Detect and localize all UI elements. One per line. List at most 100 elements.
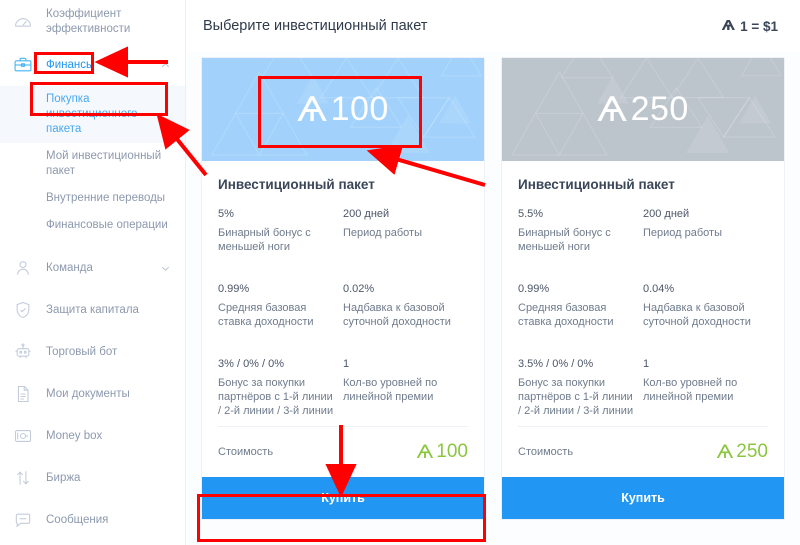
sidebar-item-label: Коэффициент эффективности xyxy=(46,8,131,35)
buy-button-100[interactable]: Купить xyxy=(202,477,484,519)
buy-button-250[interactable]: Купить xyxy=(502,477,784,519)
stat-value: 0.99% xyxy=(218,283,250,295)
price-value-100: Ѧ 100 xyxy=(417,441,468,463)
sidebar-item-label: Торговый бот xyxy=(46,345,118,358)
stat-caption: Период работы xyxy=(343,227,422,239)
card-header-100: Ѧ 100 xyxy=(202,58,484,161)
price-row-100: Стоимость Ѧ 100 xyxy=(218,427,468,477)
stat-binary-bonus: 5% Бинарный бонус с меньшей ноги xyxy=(218,208,343,254)
stat-levels: 1 Кол-во уровней по линейной премии xyxy=(343,358,468,418)
stat-binary-bonus: 5.5% Бинарный бонус с меньшей ноги xyxy=(518,208,643,254)
sidebar-item-label: Сообщения xyxy=(46,513,109,526)
card-amount-250: Ѧ 250 xyxy=(597,90,689,130)
currency-symbol-icon: Ѧ xyxy=(416,441,434,463)
briefcase-icon xyxy=(12,54,34,76)
stat-value: 200 дней xyxy=(643,208,690,220)
package-cards: Ѧ 100 Инвестиционный пакет 5% Бинарный б… xyxy=(186,52,800,520)
sidebar-item-money-box[interactable]: Money box xyxy=(0,415,185,457)
exchange-arrows-icon xyxy=(12,467,34,489)
submenu-item-financial-operations[interactable]: Финансовые операции xyxy=(0,212,185,239)
safe-box-icon xyxy=(12,425,34,447)
sidebar-item-finance[interactable]: Финансы xyxy=(0,44,185,86)
sidebar-item-trading-bot[interactable]: Торговый бот xyxy=(0,331,185,373)
stat-value: 0.99% xyxy=(518,283,550,295)
stat-daily-surcharge: 0.04% Надбавка к базовой суточной доходн… xyxy=(643,283,768,329)
stat-caption: Бонус за покупки партнёров с 1-й линии /… xyxy=(518,377,634,417)
currency-symbol-icon: Ѧ xyxy=(721,18,736,34)
stat-value: 1 xyxy=(343,358,350,370)
currency-symbol-icon: Ѧ xyxy=(597,89,628,130)
finance-submenu: Покупка инвестиционного пакета Мой инвес… xyxy=(0,86,185,239)
stat-period: 200 дней Период работы xyxy=(643,208,768,254)
stat-value: 1 xyxy=(643,358,650,370)
stat-value: 5.5% xyxy=(518,208,544,220)
stat-base-rate: 0.99% Средняя базовая ставка доходности xyxy=(218,283,343,329)
package-card-250[interactable]: Ѧ 250 Инвестиционный пакет 5.5% Бинарный… xyxy=(501,57,785,520)
sidebar-item-efficiency[interactable]: Коэффициент эффективности xyxy=(0,0,185,44)
stat-base-rate: 0.99% Средняя базовая ставка доходности xyxy=(518,283,643,329)
card-body-100: Инвестиционный пакет 5% Бинарный бонус с… xyxy=(202,161,484,477)
stat-row: 0.99% Средняя базовая ставка доходности … xyxy=(218,283,468,329)
card-amount-100: Ѧ 100 xyxy=(297,90,389,130)
sidebar-item-exchange[interactable]: Биржа xyxy=(0,457,185,499)
stat-row: 3.5% / 0% / 0% Бонус за покупки партнёро… xyxy=(518,358,768,418)
stat-caption: Кол-во уровней по линейной премии xyxy=(343,377,438,403)
sidebar-item-my-documents[interactable]: Мои документы xyxy=(0,373,185,415)
stat-caption: Бинарный бонус с меньшей ноги xyxy=(218,227,311,253)
robot-icon xyxy=(12,341,34,363)
stat-value: 3.5% / 0% / 0% xyxy=(518,358,594,370)
sidebar-item-capital-protection[interactable]: Защита капитала xyxy=(0,289,185,331)
stat-caption: Надбавка к базовой суточной доходности xyxy=(343,302,451,328)
exchange-rate-text: 1 = $1 xyxy=(740,18,778,34)
gauge-icon xyxy=(12,11,34,33)
card-amount-value: 250 xyxy=(630,90,689,128)
submenu-item-buy-package[interactable]: Покупка инвестиционного пакета xyxy=(0,86,185,143)
exchange-rate-badge: Ѧ 1 = $1 xyxy=(722,18,778,34)
sidebar-item-label: Защита капитала xyxy=(46,303,139,316)
stat-daily-surcharge: 0.02% Надбавка к базовой суточной доходн… xyxy=(343,283,468,329)
stat-caption: Бонус за покупки партнёров с 1-й линии /… xyxy=(218,377,334,417)
stat-levels: 1 Кол-во уровней по линейной премии xyxy=(643,358,768,418)
currency-symbol-icon: Ѧ xyxy=(297,89,328,130)
stat-row: 0.99% Средняя базовая ставка доходности … xyxy=(518,283,768,329)
sidebar-item-messages[interactable]: Сообщения xyxy=(0,499,185,541)
package-card-100[interactable]: Ѧ 100 Инвестиционный пакет 5% Бинарный б… xyxy=(201,57,485,520)
price-number: 100 xyxy=(436,441,468,462)
chat-bubble-icon xyxy=(12,509,34,531)
shield-check-icon xyxy=(12,299,34,321)
stat-caption: Период работы xyxy=(643,227,722,239)
stat-value: 5% xyxy=(218,208,234,220)
stat-caption: Средняя базовая ставка доходности xyxy=(518,302,614,328)
submenu-item-internal-transfers[interactable]: Внутренние переводы xyxy=(0,185,185,212)
stat-row: 3% / 0% / 0% Бонус за покупки партнёров … xyxy=(218,358,468,418)
chevron-down-icon[interactable] xyxy=(159,263,171,274)
stat-value: 0.02% xyxy=(343,283,375,295)
price-label: Стоимость xyxy=(518,446,574,458)
price-number: 250 xyxy=(736,441,768,462)
stat-partner-bonus: 3% / 0% / 0% Бонус за покупки партнёров … xyxy=(218,358,343,418)
document-icon xyxy=(12,383,34,405)
stat-value: 0.04% xyxy=(643,283,675,295)
stat-caption: Кол-во уровней по линейной премии xyxy=(643,377,738,403)
card-title: Инвестиционный пакет xyxy=(218,177,375,192)
stat-partner-bonus: 3.5% / 0% / 0% Бонус за покупки партнёро… xyxy=(518,358,643,418)
sidebar-item-team[interactable]: Команда xyxy=(0,247,185,289)
price-value-250: Ѧ 250 xyxy=(717,441,768,463)
sidebar: Коэффициент эффективности Финансы Покупк… xyxy=(0,0,186,545)
price-label: Стоимость xyxy=(218,446,274,458)
sidebar-item-label: Команда xyxy=(46,261,93,274)
sidebar-item-personal-data[interactable]: Личные данные xyxy=(0,541,185,545)
app-root: Коэффициент эффективности Финансы Покупк… xyxy=(0,0,800,545)
stat-caption: Бинарный бонус с меньшей ноги xyxy=(518,227,611,253)
stat-caption: Средняя базовая ставка доходности xyxy=(218,302,314,328)
main-content: Выберите инвестиционный пакет Ѧ 1 = $1 Ѧ… xyxy=(186,0,800,545)
user-icon xyxy=(12,257,34,279)
sidebar-item-label: Биржа xyxy=(46,471,81,484)
page-title: Выберите инвестиционный пакет xyxy=(203,18,428,34)
price-row-250: Стоимость Ѧ 250 xyxy=(518,427,768,477)
chevron-up-icon[interactable] xyxy=(159,60,171,71)
stat-row: 5% Бинарный бонус с меньшей ноги 200 дне… xyxy=(218,208,468,254)
submenu-item-my-package[interactable]: Мой инвестиционный пакет xyxy=(0,143,185,185)
stat-value: 200 дней xyxy=(343,208,390,220)
